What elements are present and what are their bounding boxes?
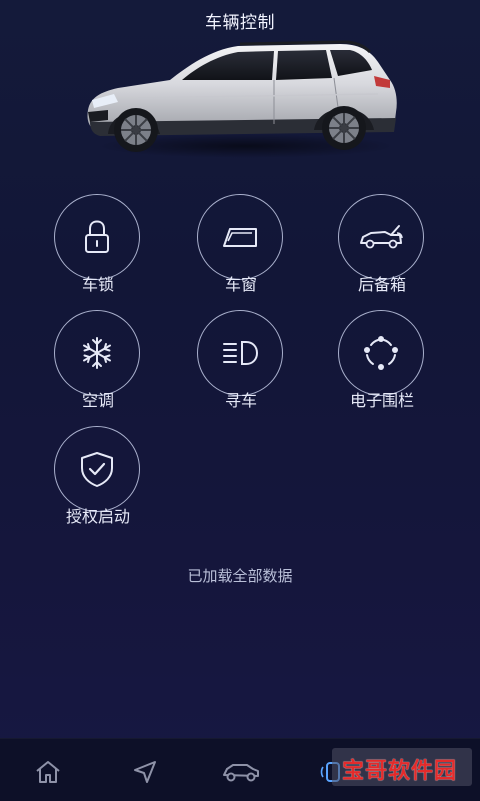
nav-vehicle[interactable] bbox=[221, 757, 259, 787]
lock-icon bbox=[85, 220, 109, 253]
trunk-button[interactable] bbox=[338, 194, 424, 280]
nav-home[interactable] bbox=[33, 757, 67, 787]
geofence-icon bbox=[364, 336, 398, 370]
control-label-window: 车窗 bbox=[224, 275, 257, 294]
snowflake-icon bbox=[83, 337, 111, 369]
control-label-trunk: 后备箱 bbox=[357, 275, 406, 294]
headlight-icon bbox=[223, 341, 259, 365]
control-label-air-conditioner: 空调 bbox=[81, 391, 114, 410]
find-car-button[interactable] bbox=[197, 310, 283, 396]
car-image bbox=[78, 36, 404, 162]
control-label-find-car: 寻车 bbox=[224, 391, 257, 410]
navigation-icon bbox=[134, 761, 156, 783]
control-geofence[interactable]: 电子围栏 bbox=[322, 310, 442, 422]
control-find-car[interactable]: 寻车 bbox=[181, 310, 301, 422]
watermark-text: 宝哥软件园 bbox=[342, 759, 458, 784]
control-car-window[interactable]: 车窗 bbox=[181, 194, 301, 306]
window-icon bbox=[223, 228, 257, 247]
window-button[interactable] bbox=[197, 194, 283, 280]
control-label-lock: 车锁 bbox=[81, 275, 114, 294]
geofence-button[interactable] bbox=[338, 310, 424, 396]
trunk-icon bbox=[360, 225, 403, 249]
home-icon bbox=[36, 761, 60, 783]
control-label-geofence: 电子围栏 bbox=[349, 391, 414, 410]
control-air-conditioner[interactable]: 空调 bbox=[38, 310, 158, 422]
control-car-lock[interactable]: 车锁 bbox=[38, 194, 158, 306]
control-authorized-start[interactable]: 授权启动 bbox=[38, 426, 158, 538]
lock-button[interactable] bbox=[54, 194, 140, 280]
watermark: 宝哥软件园 bbox=[332, 748, 472, 786]
air-conditioner-button[interactable] bbox=[54, 310, 140, 396]
car-illustration bbox=[87, 40, 397, 158]
nav-navigation[interactable] bbox=[130, 757, 164, 787]
page-title: 车辆控制 bbox=[205, 13, 275, 33]
status-text: 已加载全部数据 bbox=[187, 567, 293, 585]
authorized-start-button[interactable] bbox=[54, 426, 140, 512]
shield-check-icon bbox=[81, 452, 113, 487]
car-icon bbox=[223, 764, 259, 782]
control-label-authorized-start: 授权启动 bbox=[65, 507, 130, 526]
control-trunk[interactable]: 后备箱 bbox=[322, 194, 442, 306]
